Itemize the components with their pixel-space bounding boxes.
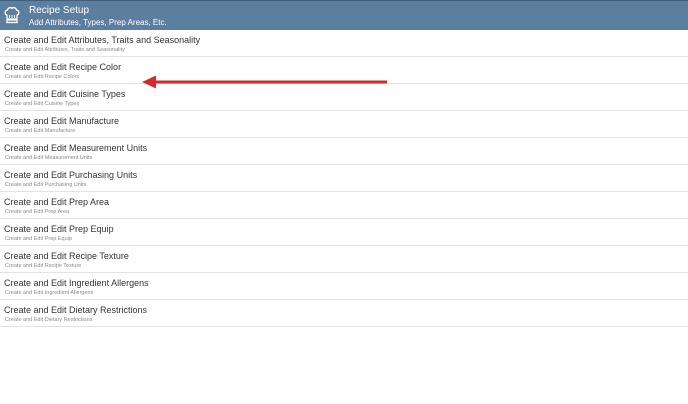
menu-item-subtitle: Create and Edit Prep Equip [5, 236, 72, 242]
menu-item-measurement-units[interactable]: Create and Edit Measurement Units Create… [0, 138, 688, 165]
chef-hat-icon [4, 6, 20, 24]
menu-item-subtitle: Create and Edit Cuisine Types [5, 101, 80, 107]
menu-item-subtitle: Create and Edit Purchasing Units [5, 182, 87, 188]
menu-item-manufacture[interactable]: Create and Edit Manufacture Create and E… [0, 111, 688, 138]
menu-item-title: Create and Edit Cuisine Types [4, 89, 126, 99]
menu-item-prep-equip[interactable]: Create and Edit Prep Equip Create and Ed… [0, 219, 688, 246]
menu-item-title: Create and Edit Measurement Units [4, 143, 148, 153]
menu-item-subtitle: Create and Edit Ingredient Allergens [5, 290, 94, 296]
menu-item-title: Create and Edit Prep Area [4, 197, 110, 207]
menu-item-subtitle: Create and Edit Recipe Colors [5, 74, 80, 80]
menu-item-purchasing-units[interactable]: Create and Edit Purchasing Units Create … [0, 165, 688, 192]
menu-item-subtitle: Create and Edit Measurement Units [5, 155, 93, 161]
recipe-setup-header: Recipe Setup Add Attributes, Types, Prep… [0, 0, 688, 30]
menu-item-title: Create and Edit Attributes, Traits and S… [4, 35, 201, 45]
menu-item-dietary-restrictions[interactable]: Create and Edit Dietary Restrictions Cre… [0, 300, 688, 327]
menu-item-recipe-texture[interactable]: Create and Edit Recipe Texture Create an… [0, 246, 688, 273]
menu-item-title: Create and Edit Manufacture [4, 116, 120, 126]
menu-item-ingredient-allergens[interactable]: Create and Edit Ingredient Allergens Cre… [0, 273, 688, 300]
menu-item-title: Create and Edit Recipe Texture [4, 251, 129, 261]
red-arrow-icon [142, 75, 387, 89]
menu-item-subtitle: Create and Edit Manufacture [5, 128, 76, 134]
menu-item-subtitle: Create and Edit Recipe Texture [5, 263, 82, 269]
header-subtitle: Add Attributes, Types, Prep Areas, Etc. [29, 18, 167, 27]
menu-item-title: Create and Edit Ingredient Allergens [4, 278, 149, 288]
menu-item-prep-area[interactable]: Create and Edit Prep Area Create and Edi… [0, 192, 688, 219]
menu-item-title: Create and Edit Dietary Restrictions [4, 305, 148, 315]
menu-item-attributes[interactable]: Create and Edit Attributes, Traits and S… [0, 30, 688, 57]
header-title: Recipe Setup [29, 5, 90, 16]
menu-item-title: Create and Edit Purchasing Units [4, 170, 138, 180]
menu-item-title: Create and Edit Prep Equip [4, 224, 114, 234]
menu-item-subtitle: Create and Edit Dietary Restrictions [5, 317, 93, 323]
menu-item-subtitle: Create and Edit Attributes, Traits and S… [5, 47, 125, 53]
menu-item-subtitle: Create and Edit Prep Area [5, 209, 70, 215]
menu-item-title: Create and Edit Recipe Color [4, 62, 122, 72]
